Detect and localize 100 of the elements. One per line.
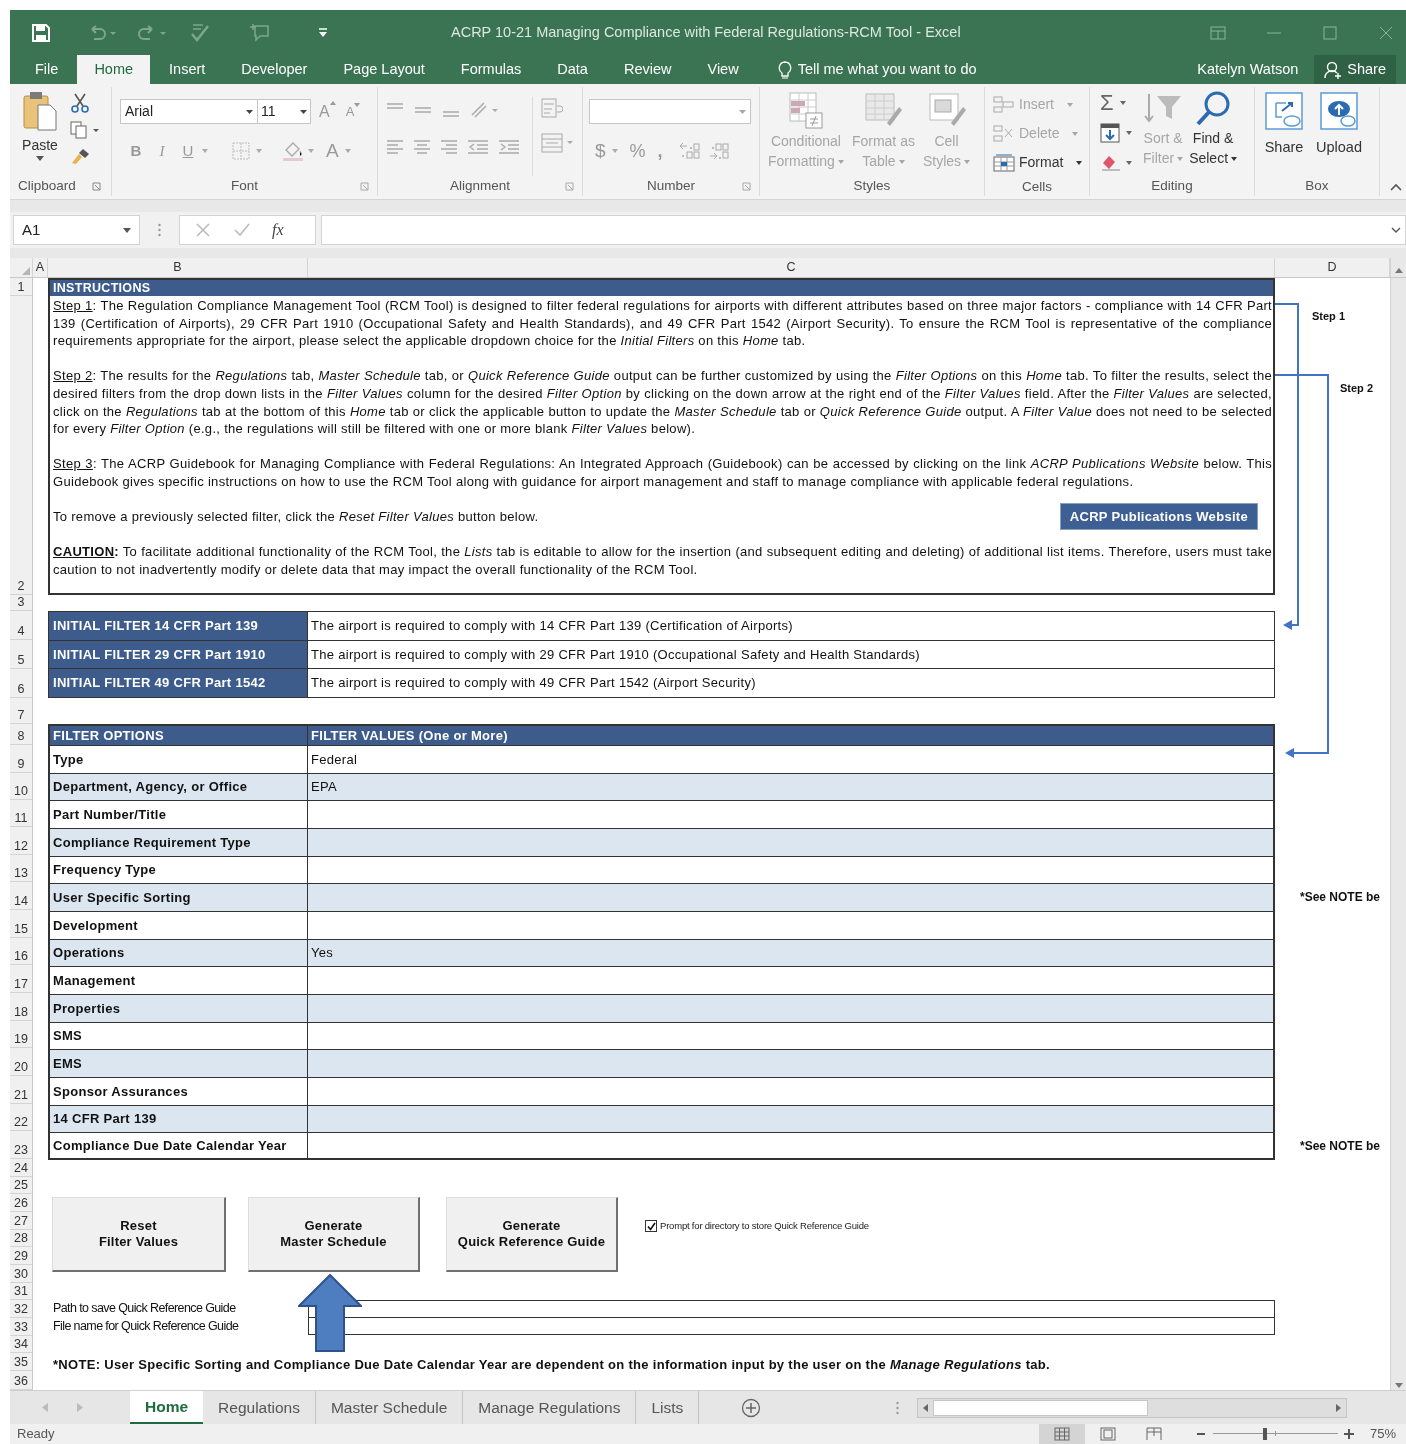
column-header[interactable]: B [48,258,308,277]
drag-handle-icon[interactable] [158,223,161,237]
add-sheet-icon[interactable] [741,1397,762,1418]
ribbon-tab[interactable]: Page Layout [326,55,442,84]
row-header[interactable]: 3 [10,594,32,611]
ribbon-tab[interactable]: Insert [152,55,223,84]
row-header[interactable]: 21 [10,1076,32,1105]
column-header[interactable]: A [33,258,48,277]
previous-sheet-icon[interactable] [42,1403,48,1412]
cells-button[interactable]: Format [993,148,1089,177]
font-size-field[interactable]: 11 [258,99,311,124]
row-header[interactable]: 34 [10,1335,32,1353]
ribbon-button[interactable]: Find & Select [1186,90,1241,176]
vertical-scrollbar[interactable] [1390,278,1406,1390]
enter-icon[interactable] [234,223,250,237]
scroll-left-icon[interactable] [923,1403,929,1412]
link-button[interactable]: ACRP Publications Website [1059,503,1258,531]
zoom-level[interactable]: 75% [1369,1424,1396,1444]
zoom-slider-thumb[interactable] [1262,1428,1267,1440]
row-header[interactable]: 22 [10,1104,32,1132]
fill-color-icon[interactable] [282,141,304,162]
row-header[interactable]: 35 [10,1352,32,1371]
decrease-decimal-icon[interactable] [708,141,731,162]
row-header[interactable]: 10 [10,772,32,800]
scroll-down-icon[interactable] [1394,1383,1403,1388]
row-header[interactable]: 9 [10,744,32,773]
row-header[interactable]: 7 [10,697,32,724]
row-header[interactable]: 27 [10,1212,32,1231]
row-header[interactable]: 24 [10,1159,32,1178]
drag-handle-icon[interactable] [896,1400,900,1415]
ribbon-display-icon[interactable] [1210,25,1226,40]
row-header[interactable]: 12 [10,827,32,856]
row-header[interactable]: 29 [10,1247,32,1265]
customize-toolbar-icon[interactable] [318,27,328,38]
share-button[interactable]: Share [1314,55,1396,84]
ribbon-tab[interactable]: Developer [224,55,325,84]
select-all-icon[interactable] [22,267,30,275]
copy-icon[interactable] [70,121,100,139]
ribbon-tab[interactable]: File [18,55,76,84]
expand-icon[interactable] [1391,227,1401,233]
ribbon-tab[interactable]: Data [540,55,605,84]
scroll-up-button[interactable] [1390,258,1406,277]
row-header[interactable]: 36 [10,1370,32,1390]
ribbon-tab[interactable]: Review [606,55,689,84]
view-button[interactable] [1038,1424,1085,1444]
increase-decimal-icon[interactable] [678,141,701,162]
input-field[interactable] [308,1300,1275,1318]
row-header[interactable]: 30 [10,1265,32,1283]
row-header[interactable]: 8 [10,723,32,745]
row-header[interactable]: 19 [10,1021,32,1049]
decrease-indent-icon[interactable] [467,140,489,154]
close-icon[interactable] [1378,25,1394,40]
zoom-in-icon[interactable] [1343,1429,1354,1439]
row-header[interactable]: 15 [10,910,32,939]
format-painter-icon[interactable] [70,147,92,165]
filter-value-cell[interactable]: Federal [308,746,1273,773]
row-header[interactable]: 33 [10,1317,32,1336]
insert-function-button[interactable]: fx [272,218,284,242]
row-header[interactable]: 1 [10,278,32,296]
filter-value-cell[interactable]: Yes [308,940,1273,966]
maximize-icon[interactable] [1322,25,1338,40]
column-header[interactable]: C [308,258,1275,277]
zoom-slider[interactable] [1212,1428,1338,1440]
row-header[interactable]: 25 [10,1177,32,1195]
align-center-icon[interactable] [413,140,431,154]
sheet-tab[interactable]: Home [130,1391,204,1424]
spelling-check-icon[interactable] [190,22,210,43]
scroll-right-icon[interactable] [1336,1403,1342,1412]
dialog-launcher-icon[interactable] [360,182,369,191]
row-header[interactable]: 26 [10,1194,32,1213]
increase-indent-icon[interactable] [498,140,520,154]
next-sheet-icon[interactable] [77,1403,83,1412]
merge-center-icon[interactable] [541,133,575,153]
dialog-launcher-icon[interactable] [565,182,574,191]
row-header[interactable]: 2 [10,296,32,595]
autosum-button[interactable]: Σ [1100,92,1114,114]
tell-me-field[interactable]: Tell me what you want to do [797,58,977,81]
row-header[interactable]: 23 [10,1131,32,1160]
row-header[interactable]: 28 [10,1230,32,1247]
row-header[interactable]: 5 [10,639,32,669]
row-header[interactable]: 14 [10,882,32,911]
redo-icon[interactable] [138,24,168,41]
fill-down-icon[interactable] [1100,123,1120,143]
action-button[interactable]: Generate Quick Reference Guide [446,1197,618,1272]
row-header[interactable]: 32 [10,1299,32,1318]
row-header[interactable]: 20 [10,1048,32,1077]
row-header[interactable]: 16 [10,938,32,966]
ribbon-button[interactable]: Upload [1313,91,1365,176]
action-button[interactable]: Reset Filter Values [52,1197,226,1272]
paste-button[interactable]: Paste [20,91,60,176]
scissors-icon[interactable] [70,93,90,113]
number-format-field[interactable] [589,99,751,124]
user-name[interactable]: Katelyn Watson [1197,58,1299,81]
row-header[interactable]: 31 [10,1283,32,1300]
eraser-icon[interactable] [1100,154,1122,172]
align-right-icon[interactable] [440,140,458,154]
ribbon-tab[interactable]: View [690,55,756,84]
formula-input[interactable] [321,215,1406,245]
row-header[interactable]: 11 [10,799,32,828]
horizontal-scrollbar[interactable] [917,1397,1348,1418]
